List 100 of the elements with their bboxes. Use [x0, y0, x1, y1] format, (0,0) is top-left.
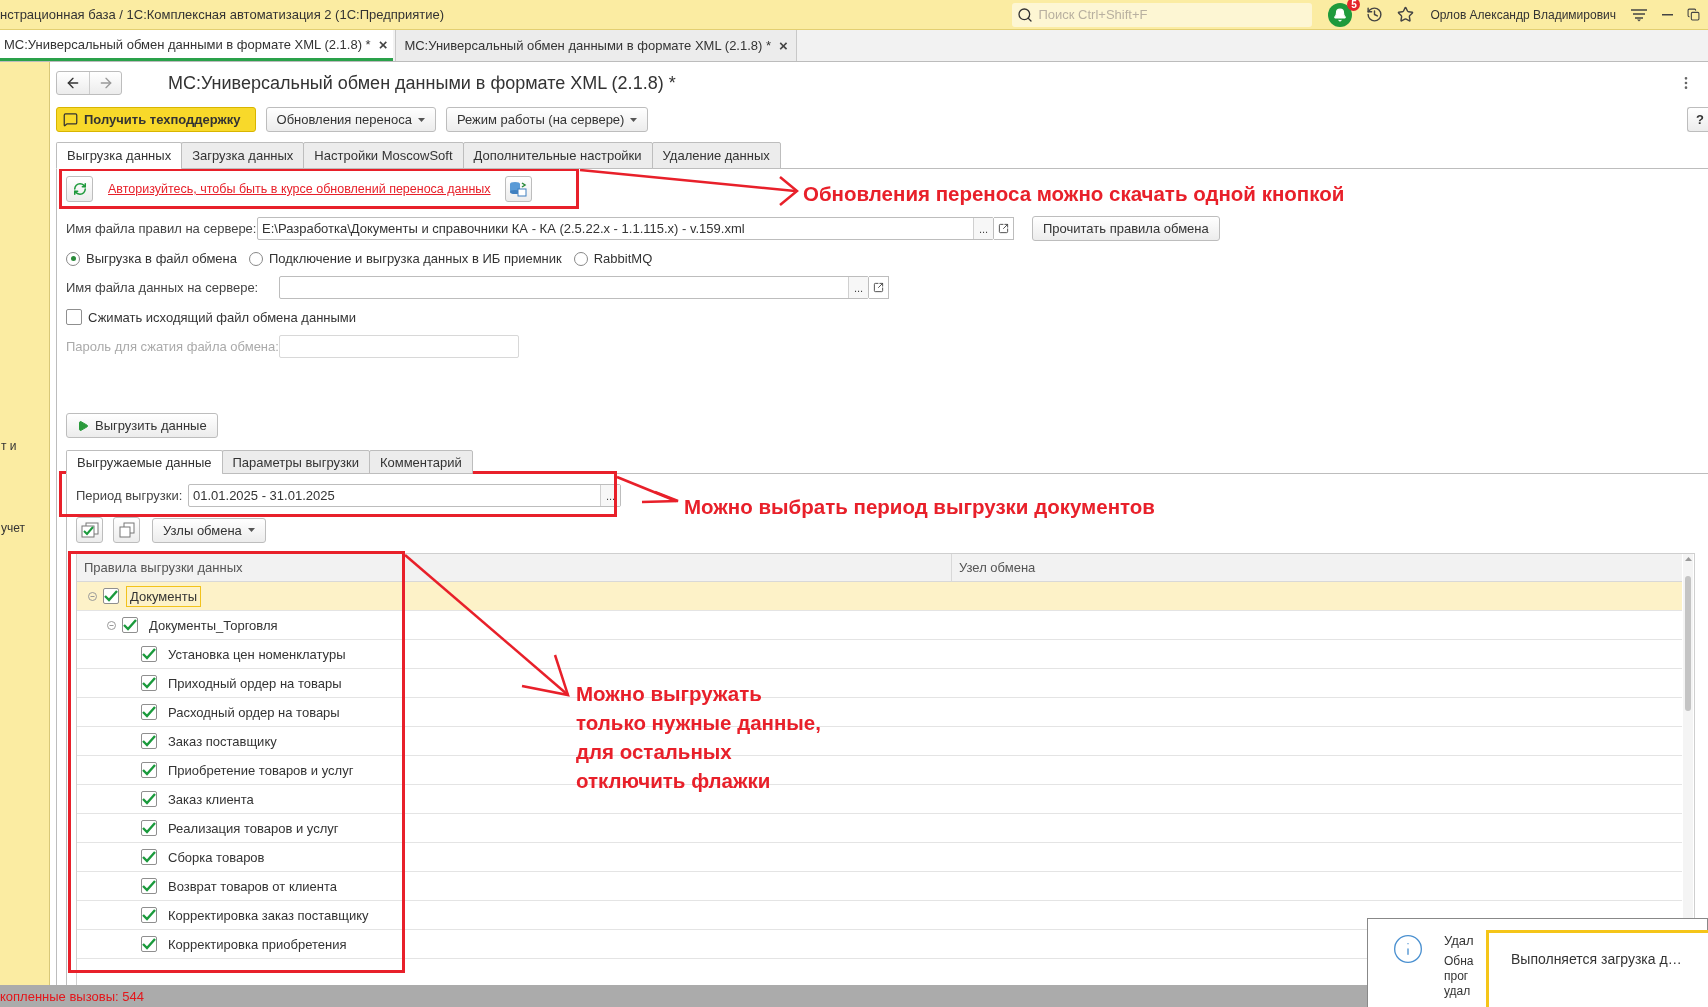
open-window-icon: [998, 223, 1009, 234]
tab[interactable]: Дополнительные настройки: [462, 142, 653, 169]
open-button[interactable]: [994, 217, 1014, 240]
database-icon: [509, 181, 528, 197]
status-text: копленные вызовы: 544: [0, 988, 144, 1004]
dropdown-button[interactable]: Режим работы (на сервере): [445, 107, 649, 132]
field-label: Имя файла правил на сервере:: [66, 221, 257, 236]
refresh-button[interactable]: [66, 176, 93, 202]
rule-name[interactable]: Заказ клиента: [164, 788, 258, 810]
annotation-text: Можно выгружать: [576, 681, 763, 707]
rule-name[interactable]: Реализация товаров и услуг: [164, 817, 343, 839]
checkbox[interactable]: [141, 646, 157, 662]
checkbox[interactable]: [122, 617, 138, 633]
tab[interactable]: Выгружаемые данные: [66, 450, 223, 474]
checkbox[interactable]: [141, 907, 157, 923]
restore-button[interactable]: [1687, 8, 1700, 21]
rule-name[interactable]: Установка цен номенклатуры: [164, 643, 350, 665]
radio-button[interactable]: [573, 251, 588, 266]
checkbox[interactable]: [141, 878, 157, 894]
search-field[interactable]: Поиск Ctrl+Shift+F: [1012, 2, 1313, 27]
empty-boxes-icon: [118, 522, 135, 538]
rule-name[interactable]: Приходный ордер на товары: [164, 672, 346, 694]
notification-title: Удал: [1444, 933, 1474, 948]
notification-text: Обна: [1444, 954, 1474, 969]
radio-button[interactable]: [66, 251, 80, 266]
restore-icon: [1687, 8, 1700, 21]
database-button[interactable]: [504, 176, 532, 202]
checkbox[interactable]: [141, 936, 157, 952]
tab[interactable]: Выгрузка данных: [56, 142, 183, 169]
rule-name[interactable]: Документы_Торговля: [145, 614, 282, 636]
minimize-button[interactable]: [1662, 13, 1673, 16]
history-button[interactable]: [1366, 6, 1384, 23]
document-tab[interactable]: МС:Универсальный обмен данными в формате XML (2.1.8) * ×: [395, 30, 797, 61]
read-rules-button[interactable]: Прочитать правила обмена: [1032, 216, 1220, 241]
close-button[interactable]: ×: [779, 37, 788, 54]
choose-button[interactable]: ...: [973, 218, 993, 239]
rule-name[interactable]: Корректировка приобретения: [164, 933, 351, 955]
user-name[interactable]: Орлов Александр Владимирович: [1430, 7, 1616, 22]
caret-icon: [630, 117, 638, 122]
sidebar-item[interactable]: т и: [1, 439, 49, 453]
rule-name[interactable]: Заказ поставщику: [164, 730, 281, 752]
open-button[interactable]: [869, 276, 889, 299]
checkbox[interactable]: [141, 704, 157, 720]
checkbox[interactable]: [141, 762, 157, 778]
choose-button[interactable]: ...: [848, 277, 868, 298]
period-field[interactable]: 01.01.2025 - 31.01.2025 ...: [188, 484, 621, 507]
annotation-text: только нужные данные,: [576, 710, 821, 736]
menu-button[interactable]: [1630, 7, 1648, 22]
uncheck-all-button[interactable]: [113, 517, 140, 543]
support-button[interactable]: Получить техподдержку: [56, 107, 256, 132]
favorites-button[interactable]: [1397, 6, 1415, 23]
export-button[interactable]: Выгрузить данные: [66, 413, 218, 438]
field-label: Пароль для сжатия файла обмена:: [66, 339, 279, 354]
document-tab[interactable]: МС:Универсальный обмен данными в формате XML (2.1.8) * ×: [0, 30, 394, 61]
checkbox[interactable]: [141, 820, 157, 836]
dropdown-button[interactable]: Обновления переноса: [265, 107, 436, 132]
collapse-icon[interactable]: [87, 591, 97, 601]
radio-button[interactable]: [249, 251, 263, 266]
data-file-field[interactable]: ...: [279, 276, 869, 299]
checkbox[interactable]: [141, 675, 157, 691]
rule-name[interactable]: Корректировка заказ поставщику: [164, 904, 373, 926]
scroll-up-icon[interactable]: [1684, 557, 1692, 561]
exchange-nodes-button[interactable]: Узлы обмена: [152, 517, 266, 543]
password-field[interactable]: [279, 335, 519, 358]
help-button[interactable]: ?: [1687, 107, 1708, 132]
open-window-icon: [873, 282, 884, 293]
tab[interactable]: Настройки MoscowSoft: [303, 142, 464, 169]
notification-count: 5: [1347, 0, 1361, 11]
tab[interactable]: Комментарий: [368, 450, 473, 474]
tab[interactable]: Параметры выгрузки: [221, 450, 370, 474]
check-all-button[interactable]: [76, 517, 103, 543]
checkbox[interactable]: [141, 733, 157, 749]
checkbox[interactable]: [141, 791, 157, 807]
sidebar-item[interactable]: учет: [1, 521, 49, 535]
radio-option[interactable]: RabbitMQ: [573, 251, 653, 266]
checkbox-option[interactable]: Сжимать исходящий файл обмена данными: [66, 309, 357, 325]
column-header[interactable]: Правила выгрузки данных: [77, 554, 952, 581]
notifications-button[interactable]: [1328, 2, 1353, 27]
authorize-link[interactable]: Авторизуйтесь, чтобы быть в курсе обновлений переноса данных: [108, 182, 491, 196]
field-label: Период выгрузки:: [76, 488, 184, 503]
notification-text: прог: [1444, 969, 1470, 984]
checkbox[interactable]: [141, 849, 157, 865]
tab[interactable]: Загрузка данных: [181, 142, 305, 169]
radio-option[interactable]: Подключение и выгрузка данных в ИБ приемник: [249, 251, 562, 266]
rule-name[interactable]: Возврат товаров от клиента: [164, 875, 341, 897]
rules-file-field[interactable]: E:\Разработка\Документы и справочники КА - КА (2.5.22.x - 1.1.115.x) - v.159.xml ...: [257, 217, 994, 240]
radio-option[interactable]: Выгрузка в файл обмена: [66, 251, 237, 266]
history-icon: [1366, 6, 1384, 23]
refresh-icon: [72, 182, 87, 196]
checkbox[interactable]: [66, 309, 82, 325]
rule-name[interactable]: Расходный ордер на товары: [164, 701, 344, 723]
tab[interactable]: Удаление данных: [651, 142, 781, 169]
column-header[interactable]: Узел обмена: [952, 554, 1682, 581]
close-button[interactable]: ×: [378, 35, 388, 53]
caret-icon: [247, 528, 255, 532]
checkbox[interactable]: [103, 588, 119, 604]
rule-name[interactable]: Сборка товаров: [164, 846, 269, 868]
collapse-icon[interactable]: [106, 620, 116, 630]
rule-name[interactable]: Документы: [126, 585, 201, 607]
rule-name[interactable]: Приобретение товаров и услуг: [164, 759, 358, 781]
